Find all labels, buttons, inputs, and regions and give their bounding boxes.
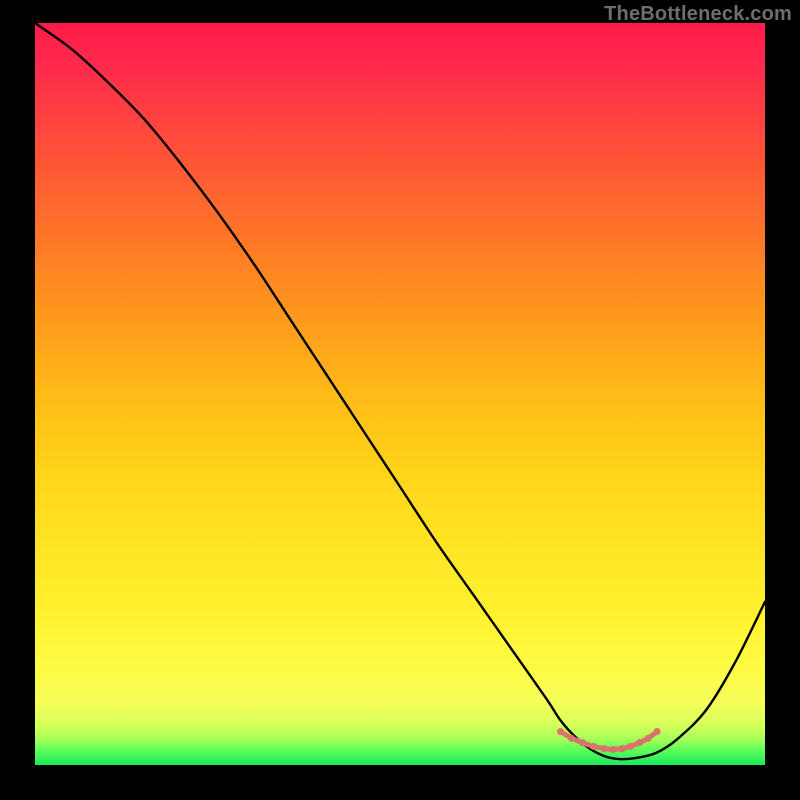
chart-frame: TheBottleneck.com — [0, 0, 800, 800]
gradient-background — [35, 23, 765, 765]
plot-area — [35, 23, 765, 765]
bottleneck-chart — [35, 23, 765, 765]
watermark-text: TheBottleneck.com — [604, 3, 792, 26]
